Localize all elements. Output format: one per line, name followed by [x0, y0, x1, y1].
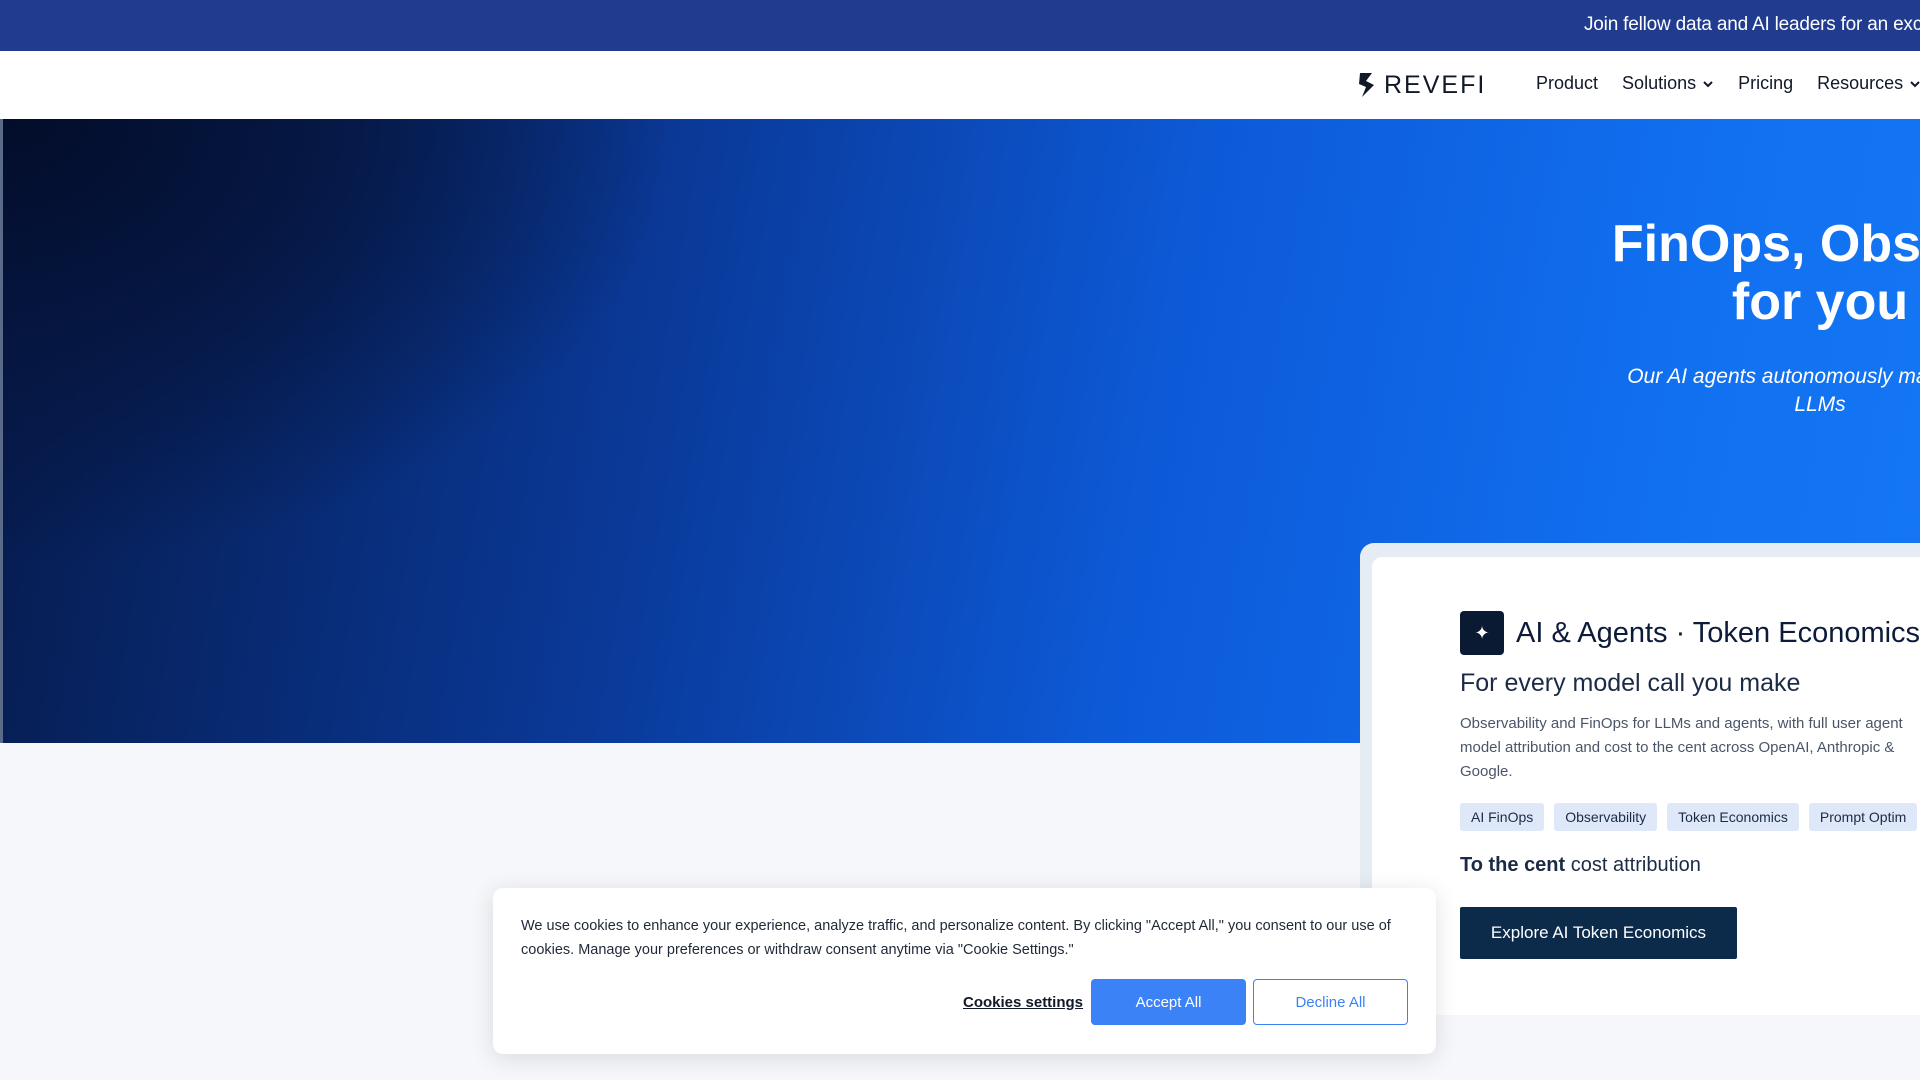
card-subtitle: For every model call you make [1460, 669, 1801, 697]
hero-title-line1: FinOps, Observa [1611, 215, 1920, 273]
tag-observability: Observability [1554, 803, 1658, 831]
decline-all-button[interactable]: Decline All [1253, 979, 1408, 1025]
nav-pricing-label: Pricing [1738, 73, 1794, 93]
tag-ai-finops: AI FinOps [1460, 803, 1545, 831]
logo-wordmark: REVEFI [1384, 70, 1487, 99]
announcement-text[interactable]: Join fellow data and AI leaders for an e… [1584, 14, 1920, 36]
chevron-down-icon [1703, 80, 1713, 87]
tag-prompt-optim: Prompt Optim [1808, 803, 1918, 831]
hero-subtitle: Our AI agents autonomously manage cos LL… [1500, 363, 1920, 419]
nav-solutions[interactable]: Solutions [1622, 73, 1714, 94]
nav-solutions-label: Solutions [1622, 73, 1697, 93]
card-highlight-bold: To the cent [1460, 854, 1566, 876]
chevron-down-icon [1910, 80, 1920, 87]
announcement-bar[interactable]: Join fellow data and AI leaders for an e… [0, 0, 1920, 51]
cookies-settings-button[interactable]: Cookies settings [943, 979, 1103, 1025]
accept-all-button[interactable]: Accept All [1091, 979, 1246, 1025]
product-card: ✦ AI & Agents · Token Economics For ever… [1372, 557, 1920, 1015]
card-highlight-rest: cost attribution [1565, 854, 1701, 876]
cookie-banner: We use cookies to enhance your experienc… [493, 888, 1436, 1054]
card-highlight: To the cent cost attribution [1460, 854, 1701, 877]
card-header: ✦ AI & Agents · Token Economics [1460, 611, 1920, 655]
hero-title-line2: for you [1731, 273, 1909, 331]
nav-resources-label: Resources [1817, 73, 1904, 93]
main-nav: Product Solutions Pricing Resources [1536, 73, 1920, 94]
nav-product[interactable]: Product [1536, 73, 1598, 94]
revefi-logo[interactable]: REVEFI [1358, 71, 1486, 99]
revefi-logo-icon [1359, 73, 1374, 97]
cookie-text: We use cookies to enhance your experienc… [521, 918, 1391, 958]
nav-pricing[interactable]: Pricing [1738, 73, 1793, 94]
explore-ai-token-economics-button[interactable]: Explore AI Token Economics [1460, 907, 1737, 959]
card-tags: AI FinOps Observability Token Economics … [1460, 803, 1918, 831]
sparkle-icon: ✦ [1460, 611, 1504, 655]
hero-subtitle-line2: LLMs [1794, 393, 1846, 416]
hero-title: FinOps, Observa for you [1500, 215, 1920, 331]
hero-edge [0, 119, 3, 743]
nav-resources[interactable]: Resources [1817, 73, 1920, 94]
nav-product-label: Product [1536, 73, 1599, 93]
site-header: REVEFI Product Solutions Pricing Resourc… [0, 51, 1920, 119]
page: Join fellow data and AI leaders for an e… [0, 0, 1920, 1080]
card-title: AI & Agents · Token Economics [1516, 616, 1920, 649]
hero-subtitle-line1: Our AI agents autonomously manage cos [1627, 365, 1920, 388]
tag-token-economics: Token Economics [1667, 803, 1799, 831]
card-description: Observability and FinOps for LLMs and ag… [1460, 715, 1903, 780]
